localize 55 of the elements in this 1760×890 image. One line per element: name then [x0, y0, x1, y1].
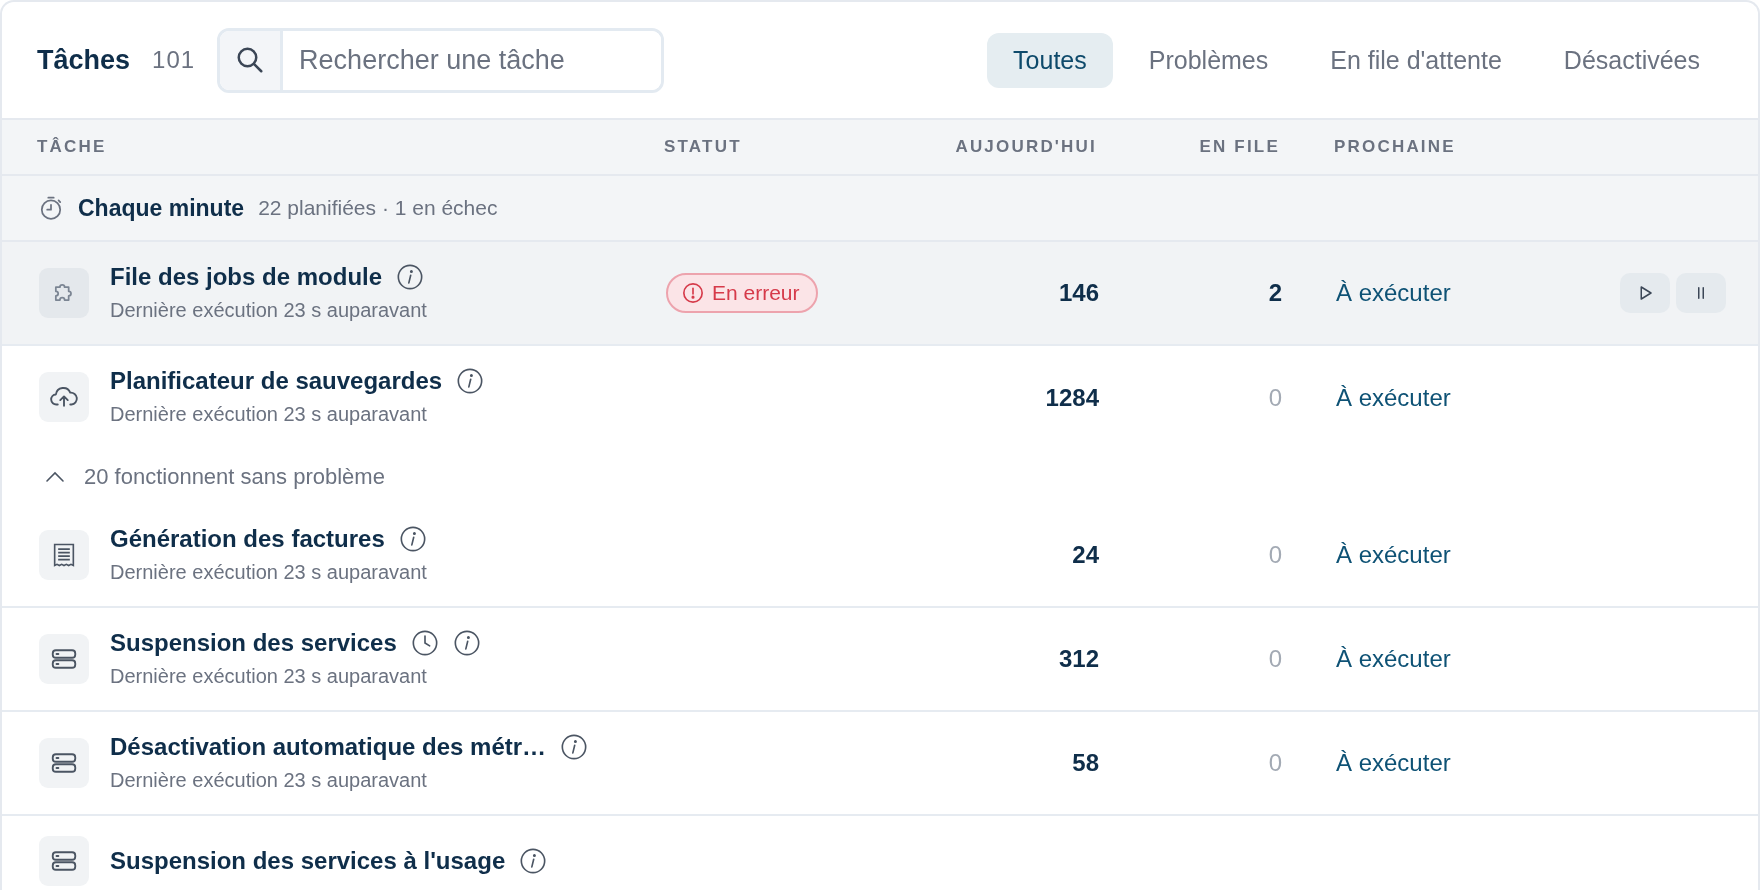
runs-today: 146 — [1057, 279, 1099, 307]
next-run-link[interactable]: À exécuter — [1336, 749, 1451, 776]
info-icon[interactable] — [560, 733, 589, 761]
info-icon[interactable] — [452, 629, 481, 657]
column-header: PROCHAINE — [1333, 137, 1457, 157]
task-name[interactable]: Génération des factures — [110, 524, 385, 554]
search-field[interactable]: Rechercher une tâche — [217, 27, 665, 93]
queued-count: 2 — [1267, 279, 1282, 307]
play-button[interactable] — [1620, 273, 1670, 313]
next-run-link[interactable]: À exécuter — [1336, 279, 1451, 306]
task-row[interactable]: File des jobs de module Dernière exécution 23 s auparavant En erreur 146 2 À exécuter — [2, 242, 1758, 346]
queued-count: 0 — [1267, 645, 1282, 673]
last-run-text: Dernière exécution 23 s auparavant — [110, 768, 428, 793]
status-badge: En erreur — [666, 273, 818, 313]
queued-count: 0 — [1267, 749, 1282, 777]
page-title: Tâches — [37, 44, 131, 76]
filter-tab[interactable]: En file d'attente — [1304, 32, 1528, 88]
filter-tab[interactable]: Problèmes — [1122, 32, 1295, 88]
filter-tab[interactable]: Toutes — [987, 32, 1113, 88]
column-header: EN FILE — [1198, 137, 1280, 157]
next-run-link[interactable]: À exécuter — [1336, 541, 1451, 568]
info-icon[interactable] — [396, 263, 425, 291]
search-icon — [235, 45, 266, 75]
stopwatch-icon — [38, 195, 64, 221]
next-run-link[interactable]: À exécuter — [1336, 645, 1451, 672]
last-run-text: Dernière exécution 23 s auparavant — [110, 664, 428, 689]
last-run-text: Dernière exécution 23 s auparavant — [110, 560, 427, 585]
runs-today: 24 — [1071, 541, 1099, 569]
alert-icon — [682, 282, 704, 304]
task-name[interactable]: Suspension des services à l'usage — [110, 846, 506, 876]
group-toggle-label[interactable]: 20 fonctionnent sans problème — [84, 464, 385, 490]
task-count: 101 — [152, 46, 196, 74]
chevron-up-icon[interactable] — [44, 470, 66, 484]
last-run-text: Dernière exécution 23 s auparavant — [110, 402, 428, 427]
task-name[interactable]: Suspension des services — [110, 628, 397, 658]
column-header: AUJOURD'HUI — [954, 137, 1097, 157]
last-run-text: Dernière exécution 23 s auparavant — [110, 298, 427, 323]
pause-button[interactable] — [1676, 273, 1726, 313]
info-icon[interactable] — [398, 525, 427, 553]
queued-count: 0 — [1267, 384, 1282, 412]
group-title: Chaque minute — [78, 194, 245, 222]
runs-today: 58 — [1071, 749, 1099, 777]
info-icon[interactable] — [519, 847, 548, 875]
column-header: TÂCHE — [37, 137, 108, 157]
runs-today: 312 — [1057, 645, 1099, 673]
filter-tab[interactable]: Désactivées — [1537, 32, 1726, 88]
task-name[interactable]: Planificateur de sauvegardes — [110, 366, 443, 396]
queued-count: 0 — [1267, 541, 1282, 569]
task-name[interactable]: Désactivation automatique des métr… — [110, 732, 547, 762]
runs-today: 1284 — [1044, 384, 1099, 412]
column-header: STATUT — [664, 137, 743, 157]
task-name[interactable]: File des jobs de module — [110, 262, 383, 292]
group-summary: 22 planifiées · 1 en échec — [258, 196, 498, 220]
info-icon[interactable] — [456, 367, 485, 395]
next-run-link[interactable]: À exécuter — [1336, 384, 1451, 411]
